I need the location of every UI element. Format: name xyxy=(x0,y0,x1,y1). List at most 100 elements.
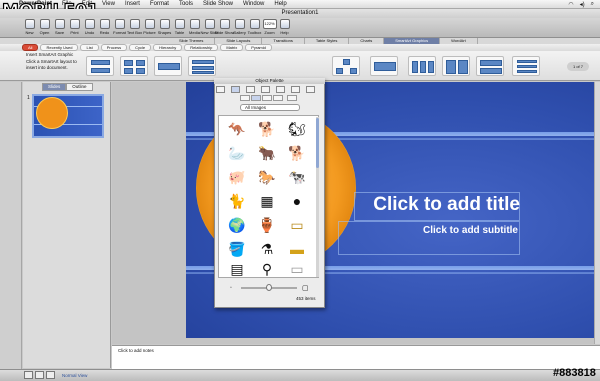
format-button[interactable]: Format xyxy=(112,18,127,37)
gallery-icon xyxy=(234,19,245,29)
palette-item-stool[interactable]: ⚲ xyxy=(255,258,279,280)
category-relationship[interactable]: Relationship xyxy=(184,44,219,51)
zoom-out-icon[interactable]: ▫ xyxy=(230,285,232,291)
palette-item-gift-card[interactable]: ▭ xyxy=(285,214,309,236)
category-matrix[interactable]: Matrix xyxy=(220,44,244,51)
toolbox-button[interactable]: Toolbox xyxy=(247,18,262,37)
format-icon xyxy=(114,19,125,29)
smartart-layout-thumb[interactable] xyxy=(154,56,182,76)
palette-filter-select[interactable]: All Images xyxy=(240,104,300,111)
palette-item-watering-can[interactable]: 🪣 xyxy=(225,238,249,260)
save-button[interactable]: Save xyxy=(52,18,67,37)
palette-item-globe[interactable]: 🌍 xyxy=(225,214,249,236)
wifi-icon[interactable]: ◠ xyxy=(568,1,573,8)
palette-photos-icon[interactable] xyxy=(261,86,270,93)
smartart-layout-thumb[interactable] xyxy=(86,56,114,76)
text-box-button[interactable]: Text Box xyxy=(127,18,142,37)
category-process[interactable]: Process xyxy=(100,44,128,51)
slide-show-view-icon[interactable] xyxy=(46,371,55,379)
category-cycle[interactable]: Cycle xyxy=(129,44,152,51)
undo-button[interactable]: Undo xyxy=(82,18,97,37)
subtitle-placeholder-text[interactable]: Click to add subtitle xyxy=(340,225,518,236)
smartart-layout-thumb[interactable] xyxy=(408,56,436,76)
gallery-page-indicator[interactable]: 1 of 7 xyxy=(567,62,589,71)
palette-item-squirrel[interactable]: 🐿 xyxy=(285,118,309,140)
palette-item-dog-sitting[interactable]: 🐕 xyxy=(285,142,309,164)
gallery-button[interactable]: Gallery xyxy=(232,18,247,37)
zoom-control[interactable]: 122% Zoom xyxy=(262,18,277,37)
smartart-layout-thumb[interactable] xyxy=(476,56,504,76)
palette-item-vase[interactable]: 🏺 xyxy=(255,214,279,236)
thumbnail-size-slider-knob[interactable] xyxy=(266,284,272,291)
picture-button[interactable]: Picture xyxy=(142,18,157,37)
palette-symbols-icon[interactable] xyxy=(246,86,255,93)
text-box-icon xyxy=(129,19,140,29)
volume-icon[interactable]: ◂) xyxy=(580,1,585,8)
category-list[interactable]: List xyxy=(80,44,99,51)
palette-shapes-icon[interactable] xyxy=(276,86,285,93)
notes-placeholder[interactable]: Click to add notes xyxy=(118,348,154,353)
smartart-layout-thumb[interactable] xyxy=(332,56,360,76)
palette-item-abacus[interactable]: ▦ xyxy=(255,190,279,212)
palette-item-cat[interactable]: 🐈 xyxy=(225,190,249,212)
tab-slides[interactable]: Slides xyxy=(42,83,67,91)
notes-pane[interactable] xyxy=(112,345,600,369)
menu-help[interactable]: Help xyxy=(269,1,291,7)
object-palette-title[interactable]: Object Palette xyxy=(214,78,325,84)
shapes-button[interactable]: Shapes xyxy=(157,18,172,37)
category-recently-used[interactable]: Recently Used xyxy=(40,44,79,51)
palette-item-horse[interactable]: 🐎 xyxy=(255,166,279,188)
print-button[interactable]: Print xyxy=(67,18,82,37)
palette-item-coin[interactable]: ● xyxy=(285,190,309,212)
palette-browse-icon[interactable] xyxy=(287,95,297,101)
menu-format[interactable]: Format xyxy=(145,1,174,7)
zoom-value[interactable]: 122% xyxy=(262,19,277,29)
smartart-layout-thumb[interactable] xyxy=(370,56,398,76)
palette-colors-icon[interactable] xyxy=(291,86,300,93)
slide-sorter-icon[interactable] xyxy=(35,371,44,379)
palette-settings-icon[interactable] xyxy=(306,86,315,93)
palette-item-kangaroo[interactable]: 🦘 xyxy=(225,118,249,140)
smartart-layout-thumb[interactable] xyxy=(188,56,216,76)
palette-item-calculator[interactable]: ▤ xyxy=(225,258,249,280)
palette-item-ink-bottle[interactable]: ⚗ xyxy=(255,238,279,260)
palette-item-gold-bar[interactable]: ▬ xyxy=(285,238,309,260)
spotlight-icon[interactable]: ⌕ xyxy=(591,1,594,8)
category-all[interactable]: All xyxy=(22,44,39,51)
smartart-layout-thumb[interactable] xyxy=(442,56,470,76)
new-button[interactable]: New xyxy=(22,18,37,37)
smartart-layout-thumb[interactable] xyxy=(120,56,148,76)
picture-icon xyxy=(144,19,155,29)
category-pyramid[interactable]: Pyramid xyxy=(245,44,272,51)
menu-slide-show[interactable]: Slide Show xyxy=(198,1,238,7)
palette-view-all-icon[interactable] xyxy=(240,95,250,101)
shapes-icon xyxy=(159,19,170,29)
slide-vertical-scrollbar[interactable] xyxy=(594,82,600,344)
help-button[interactable]: Help xyxy=(277,18,292,37)
palette-item-cow-spotted[interactable]: 🐄 xyxy=(285,166,309,188)
table-button[interactable]: Table xyxy=(172,18,187,37)
palette-item-cow[interactable]: 🐂 xyxy=(255,142,279,164)
left-dock xyxy=(0,82,22,369)
redo-button[interactable]: Redo xyxy=(97,18,112,37)
palette-item-goose[interactable]: 🦢 xyxy=(225,142,249,164)
palette-item-pig[interactable]: 🐖 xyxy=(225,166,249,188)
palette-images-icon[interactable] xyxy=(231,86,240,93)
title-placeholder-text[interactable]: Click to add title xyxy=(354,194,520,216)
menu-window[interactable]: Window xyxy=(238,1,269,7)
palette-scroll-thumb[interactable] xyxy=(316,118,319,168)
palette-view-list-icon[interactable] xyxy=(262,95,272,101)
palette-clipart-icon[interactable] xyxy=(216,86,225,93)
palette-view-grid-icon[interactable] xyxy=(251,95,261,101)
palette-favorites-icon[interactable] xyxy=(273,95,283,101)
menu-tools[interactable]: Tools xyxy=(174,1,198,7)
category-hierarchy[interactable]: Hierarchy xyxy=(153,44,183,51)
zoom-in-icon[interactable]: ▢ xyxy=(302,284,309,292)
normal-view-icon[interactable] xyxy=(24,371,33,379)
tab-outline[interactable]: Outline xyxy=(66,83,93,91)
open-button[interactable]: Open xyxy=(37,18,52,37)
slide-show-button[interactable]: Slide Show xyxy=(215,18,235,37)
palette-item-dog[interactable]: 🐕 xyxy=(255,118,279,140)
smartart-layout-thumb[interactable] xyxy=(512,56,540,76)
palette-item-book[interactable]: ▭ xyxy=(285,258,309,280)
